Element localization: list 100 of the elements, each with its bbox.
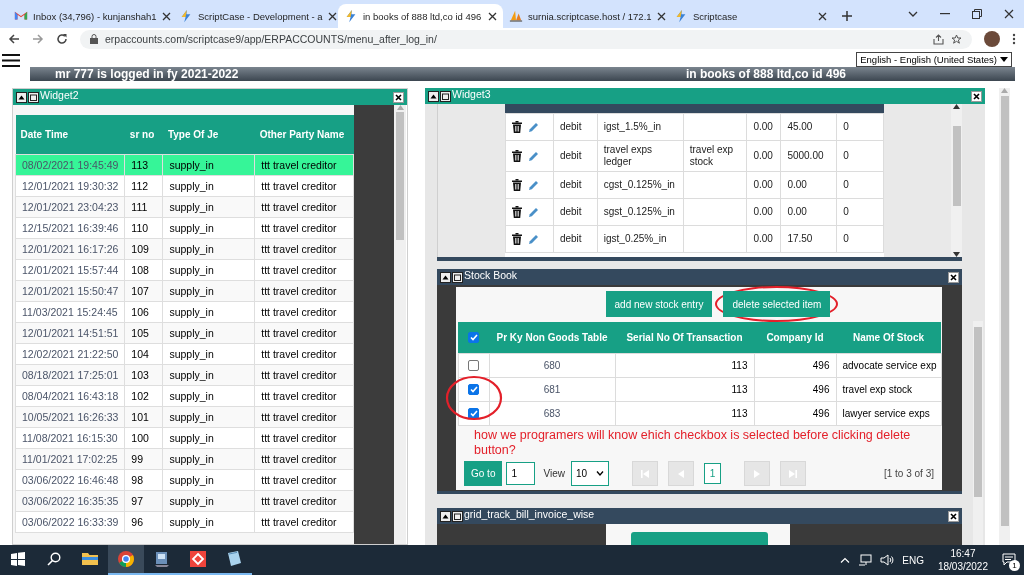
lightning-icon: [179, 9, 193, 23]
scrollbar[interactable]: [394, 105, 406, 544]
restore-icon[interactable]: [972, 9, 982, 19]
remote-desktop-icon[interactable]: [189, 550, 207, 568]
pencil-icon[interactable]: [528, 233, 539, 245]
table-cell: 5000.00: [780, 140, 837, 172]
address-bar[interactable]: erpaccounts.com/scriptcase9/app/ERPACCOUNTS/menu_after_log_in/: [80, 29, 972, 49]
trash-icon[interactable]: [512, 206, 522, 218]
plus-icon[interactable]: [841, 10, 853, 22]
close-icon[interactable]: [656, 11, 666, 21]
collapse-icon[interactable]: [428, 90, 439, 102]
page-size-select[interactable]: 10: [570, 461, 609, 486]
scrollbar[interactable]: [951, 104, 962, 257]
menu-icon[interactable]: [2, 53, 20, 68]
collapse-icon[interactable]: [440, 510, 451, 522]
widget-title: Widget3: [452, 88, 492, 100]
browser-tab[interactable]: ScriptCase - Development - a: [173, 4, 338, 28]
table-cell: 113: [615, 377, 754, 402]
browser-tab[interactable]: Inbox (34,796) - kunjanshah1: [8, 4, 173, 28]
scroll-thumb[interactable]: [974, 327, 982, 497]
restore-icon[interactable]: [440, 90, 451, 102]
checkbox[interactable]: [468, 384, 479, 396]
reload-icon[interactable]: [56, 33, 68, 45]
close-icon[interactable]: [1004, 9, 1014, 19]
share-icon[interactable]: [933, 33, 944, 45]
trash-icon[interactable]: [512, 150, 522, 162]
collapse-icon[interactable]: [16, 91, 27, 103]
pencil-icon[interactable]: [528, 179, 539, 191]
close-icon[interactable]: [393, 91, 404, 103]
chevron-down-icon[interactable]: [908, 10, 918, 18]
scrollbar[interactable]: [973, 321, 983, 545]
notepad-icon[interactable]: [225, 550, 243, 568]
network-icon[interactable]: [858, 554, 873, 566]
table-cell: 0: [836, 113, 884, 141]
back-arrow-icon[interactable]: [8, 33, 20, 45]
table-cell: lawyer service exps: [836, 401, 941, 426]
close-icon[interactable]: [948, 510, 959, 522]
close-icon[interactable]: [948, 271, 959, 283]
table-cell: 17.50: [780, 225, 837, 253]
trash-icon[interactable]: [512, 121, 522, 133]
clock[interactable]: 16:47 18/03/2022: [937, 547, 988, 573]
chevron-up-icon[interactable]: [840, 557, 851, 563]
table-cell: 03/06/2022 16:33:39: [15, 511, 125, 533]
search-icon[interactable]: [47, 552, 61, 566]
pencil-icon[interactable]: [528, 150, 539, 162]
restore-icon[interactable]: [452, 510, 463, 522]
avatar-icon[interactable]: [984, 31, 1000, 47]
scroll-thumb[interactable]: [396, 112, 404, 240]
close-icon[interactable]: [327, 11, 337, 21]
restore-icon[interactable]: [28, 91, 39, 103]
trash-icon[interactable]: [512, 233, 522, 245]
table-cell: travel exp stock: [683, 140, 747, 172]
close-icon[interactable]: [818, 11, 827, 21]
windows-icon[interactable]: [11, 552, 25, 566]
star-icon[interactable]: [951, 33, 962, 45]
column-header: Other Party Name: [254, 115, 354, 155]
pencil-icon[interactable]: [528, 206, 539, 218]
browser-tab[interactable]: Scriptcase: [668, 4, 833, 28]
table-cell: 03/06/2022 16:35:35: [15, 490, 125, 512]
scroll-thumb[interactable]: [1000, 96, 1009, 526]
checkbox[interactable]: [468, 360, 479, 372]
close-icon[interactable]: [488, 11, 497, 21]
table-cell: 113: [615, 401, 754, 426]
column-header: sr no: [124, 115, 163, 155]
close-icon[interactable]: [161, 11, 171, 21]
page-field[interactable]: 1: [506, 462, 536, 485]
table-cell: 0: [836, 171, 884, 199]
checkbox[interactable]: [468, 332, 479, 344]
language-select[interactable]: English - English (United States): [856, 52, 1012, 67]
close-icon[interactable]: [971, 90, 982, 102]
volume-icon[interactable]: [880, 554, 895, 566]
installer-icon[interactable]: [153, 550, 171, 568]
table-cell: igst_0.25%_in: [597, 225, 684, 253]
sail-icon: [509, 9, 523, 23]
browser-tab[interactable]: in books of 888 ltd,co id 496: [338, 4, 503, 28]
login-text: mr 777 is logged in fy 2021-2022: [55, 67, 239, 81]
widget-title: Stock Book: [464, 269, 519, 281]
table-cell: 0.00: [746, 225, 781, 253]
restore-icon[interactable]: [452, 271, 463, 283]
checkbox[interactable]: [468, 408, 479, 420]
column-header: Pr Ky Non Goods Table: [489, 322, 615, 354]
minimize-icon[interactable]: [940, 13, 950, 15]
forward-arrow-icon[interactable]: [32, 33, 44, 45]
language-indicator[interactable]: ENG: [902, 554, 924, 566]
table-cell: 12/01/2021 19:30:32: [15, 175, 125, 197]
up-arrow-icon[interactable]: [953, 104, 960, 109]
scrollbar[interactable]: [999, 88, 1010, 545]
browser-tab[interactable]: surnia.scriptcase.host / 172.1: [503, 4, 668, 28]
table-cell: 08/18/2021 17:25:01: [15, 364, 125, 386]
view-label: View: [543, 468, 565, 479]
collapse-icon[interactable]: [440, 271, 451, 283]
scroll-thumb[interactable]: [952, 125, 961, 206]
down-arrow-icon[interactable]: [953, 252, 960, 257]
table-cell: debit: [553, 225, 598, 253]
browser-icon[interactable]: [117, 550, 135, 568]
trash-icon[interactable]: [512, 179, 522, 191]
table-cell: 12/02/2021 21:22:50: [15, 343, 125, 365]
pencil-icon[interactable]: [528, 121, 539, 133]
menu-icon[interactable]: [1012, 33, 1016, 45]
folder-icon[interactable]: [81, 550, 99, 568]
